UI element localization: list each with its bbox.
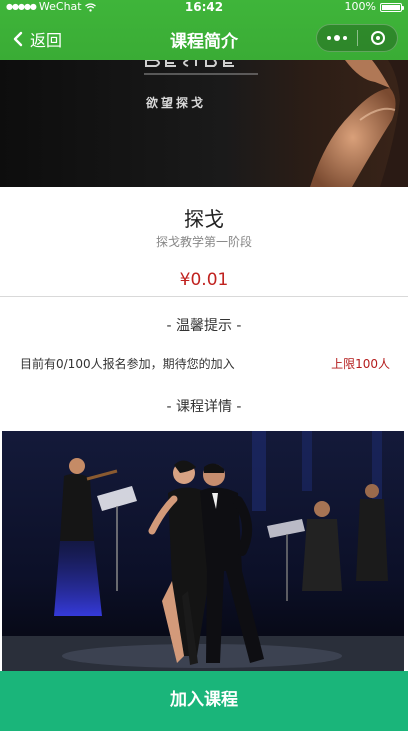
course-detail-image [2,431,404,671]
status-bar: ●●●●● WeChat 16:42 100% [0,0,408,14]
more-button[interactable] [317,25,357,51]
close-circle-icon [370,31,385,45]
course-intro-screen: ●●●●● WeChat 16:42 100% 返回 课程简介 欲望探戈 探戈 … [0,0,408,731]
enrollment-notice: 目前有0/100人报名参加，期待您的加入 上限100人 [0,355,408,373]
course-title: 探戈 [184,207,224,231]
battery-percent: 100% [344,0,376,13]
divider [0,296,408,297]
more-dots-icon-right [343,36,347,40]
battery-fill [382,4,400,10]
details-heading: - 课程详情 - [166,399,242,415]
banner-caption: 欲望探戈 [146,96,207,110]
mini-program-capsule [316,24,398,52]
close-button[interactable] [358,25,397,51]
course-price: ¥0.01 [179,270,229,290]
more-dots-icon [327,36,331,40]
more-dots-icon-center [334,35,340,41]
enrollment-text: 目前有0/100人报名参加，期待您的加入 [20,357,235,371]
battery-indicator: 100% [344,0,404,14]
top-bar: ●●●●● WeChat 16:42 100% 返回 课程简介 [0,0,408,60]
enrollment-limit: 上限100人 [331,357,390,371]
tango-dancers-photo [2,431,404,671]
battery-icon [380,2,404,12]
course-subtitle: 探戈教学第一阶段 [155,235,252,249]
navigation-bar: 返回 课程简介 [0,20,408,58]
course-banner-image: 欲望探戈 [0,60,408,187]
banner-artwork [144,60,408,187]
join-course-button[interactable]: 加入课程 [0,671,408,731]
tips-heading: - 温馨提示 - [166,318,242,334]
